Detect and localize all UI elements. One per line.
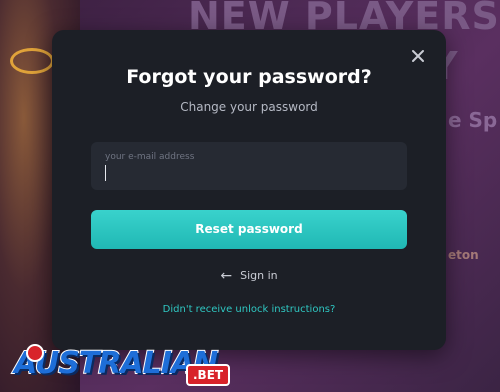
unlock-instructions-link[interactable]: Didn't receive unlock instructions? <box>52 304 446 315</box>
sign-in-label: Sign in <box>240 269 278 282</box>
forgot-password-modal: Forgot your password? Change your passwo… <box>52 30 446 350</box>
close-icon[interactable] <box>410 48 426 64</box>
modal-subtitle: Change your password <box>180 100 318 114</box>
logo-badge-icon <box>26 344 44 362</box>
promo-subline: e Sp <box>448 108 498 132</box>
email-field[interactable]: your e-mail address <box>91 142 407 190</box>
modal-title: Forgot your password? <box>126 66 372 88</box>
page: NEW PLAYERS Y e Sp eton Forgot your pass… <box>0 0 500 392</box>
logo-suffix: .BET <box>186 364 231 386</box>
sunglasses-shape <box>10 48 54 74</box>
australian-bet-logo: AUSTRALIAN .BET <box>6 344 236 390</box>
sign-in-link[interactable]: ← Sign in <box>52 268 446 284</box>
promo-footnote: eton <box>448 248 479 262</box>
close-icon-svg <box>412 50 424 62</box>
email-field-label: your e-mail address <box>105 152 195 162</box>
text-caret <box>105 165 106 181</box>
arrow-left-icon: ← <box>220 268 233 284</box>
reset-password-button[interactable]: Reset password <box>91 210 407 249</box>
